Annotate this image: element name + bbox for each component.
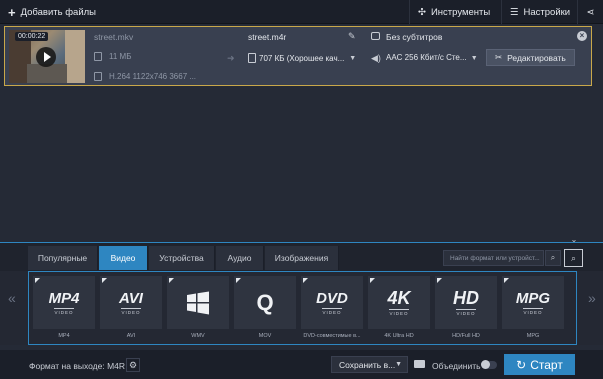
merge-toggle[interactable] (481, 360, 497, 369)
tools-icon: ✣ (418, 6, 426, 18)
add-files-label: Добавить файлы (20, 6, 96, 18)
save-to-label: Сохранить в... (339, 359, 396, 370)
subtitles-icon (371, 32, 380, 40)
format-search-input[interactable]: Найти формат или устройст... (443, 250, 544, 266)
quicktime-logo-icon: Q (256, 289, 274, 315)
format-4k[interactable]: 4K VIDEO 4K Ultra HD (368, 276, 430, 339)
dvd-logo: DVD (316, 289, 348, 307)
video-codec-info: H.264 1122x746 3667 ... (109, 72, 197, 81)
pencil-icon[interactable]: ✎ (348, 31, 356, 42)
start-button[interactable]: ↻ Старт (504, 354, 575, 375)
format-dvd[interactable]: DVD VIDEO DVD-совместимые в... (301, 276, 363, 339)
format-label: MOV (258, 333, 272, 339)
audio-track-dropdown[interactable]: AAC 256 Кбит/с Сте... ▼ (386, 53, 478, 62)
file-size: 11 МБ (109, 52, 132, 61)
start-label: Старт (530, 357, 563, 372)
settings-label: Настройки (523, 6, 571, 18)
share-icon: ⋖ (586, 6, 595, 18)
chevron-down-icon: ▼ (470, 55, 478, 62)
device-detect-icon[interactable]: ⌕ (564, 249, 583, 267)
folder-icon[interactable] (414, 360, 425, 368)
search-icon[interactable]: ⌕ (545, 250, 561, 266)
format-label: 4K Ultra HD (384, 333, 414, 339)
duration-badge: 00:00:22 (15, 32, 49, 41)
edit-button[interactable]: ✂ Редактировать (486, 49, 575, 66)
refresh-icon: ↻ (516, 357, 527, 372)
merge-label: Объединить (432, 361, 481, 371)
format-mov[interactable]: Q MOV (234, 276, 296, 339)
subtitles-dropdown[interactable]: Без субтитров (386, 32, 442, 42)
scissors-icon: ✂ (495, 52, 503, 62)
video-thumbnail[interactable]: 00:00:22 (9, 30, 85, 83)
output-format-value: 707 КБ (Хорошее кач... (259, 53, 345, 63)
format-label: MP4 (58, 333, 70, 339)
play-icon[interactable] (36, 47, 56, 67)
menu-icon: ☰ (510, 6, 519, 18)
source-file-name: street.mkv (94, 32, 134, 42)
4k-logo: 4K (387, 288, 411, 308)
file-size-icon (94, 52, 102, 61)
format-wmv[interactable]: WMV (167, 276, 229, 339)
tab-images[interactable]: Изображения (265, 246, 339, 270)
format-label: AVI (126, 333, 136, 339)
edit-label: Редактировать (507, 52, 566, 63)
audio-track-value: AAC 256 Кбит/с Сте... (386, 53, 467, 62)
tab-video[interactable]: Видео (99, 246, 148, 270)
add-files-button[interactable]: + Добавить файлы (0, 0, 104, 24)
scroll-left-icon[interactable]: « (8, 290, 16, 306)
format-list: MP4 VIDEO MP4 AVI VIDEO AVI WMV Q MOV DV… (28, 271, 577, 345)
format-avi[interactable]: AVI VIDEO AVI (100, 276, 162, 339)
format-label: HD/Full HD (452, 333, 480, 339)
output-file-name[interactable]: street.m4r (248, 32, 286, 42)
save-to-dropdown[interactable]: Сохранить в... ▼ (331, 356, 408, 373)
settings-button[interactable]: ☰ Настройки (501, 0, 577, 24)
tab-popular[interactable]: Популярные (28, 246, 98, 270)
tab-devices[interactable]: Устройства (149, 246, 215, 270)
output-format-label: Формат на выходе: M4R (29, 361, 126, 371)
tools-label: Инструменты (430, 6, 491, 18)
windows-logo-icon (187, 291, 209, 314)
file-row[interactable]: 00:00:22 street.mkv 11 МБ H.264 1122x746… (4, 26, 592, 86)
close-icon[interactable]: × (577, 31, 587, 41)
gear-icon[interactable]: ⚙ (126, 358, 140, 372)
mpg-logo: MPG (515, 289, 551, 307)
top-toolbar: + Добавить файлы ✣ Инструменты ☰ Настрой… (0, 0, 603, 24)
hd-logo: HD (453, 288, 479, 308)
avi-logo: AVI (119, 289, 143, 307)
format-label: WMV (191, 333, 205, 339)
format-mp4[interactable]: MP4 VIDEO MP4 (33, 276, 95, 339)
share-button[interactable]: ⋖ (577, 0, 603, 24)
format-hd[interactable]: HD VIDEO HD/Full HD (435, 276, 497, 339)
format-label: MPG (526, 333, 540, 339)
video-info-icon (94, 72, 102, 81)
output-format-dropdown[interactable]: 707 КБ (Хорошее кач... ▼ (248, 53, 356, 63)
arrow-right-icon: ➜ (227, 53, 235, 63)
chevron-down-icon: ▼ (395, 361, 402, 368)
scroll-right-icon[interactable]: » (588, 290, 596, 306)
tab-audio[interactable]: Аудио (216, 246, 264, 270)
plus-icon: + (8, 4, 16, 20)
format-mpg[interactable]: MPG VIDEO MPG (502, 276, 564, 339)
document-icon (248, 53, 256, 63)
tools-button[interactable]: ✣ Инструменты (409, 0, 501, 24)
mp4-logo: MP4 (48, 289, 80, 307)
speaker-icon: ◀) (371, 53, 381, 63)
chevron-down-icon: ▼ (349, 54, 357, 62)
format-label: DVD-совместимые в... (303, 333, 361, 339)
